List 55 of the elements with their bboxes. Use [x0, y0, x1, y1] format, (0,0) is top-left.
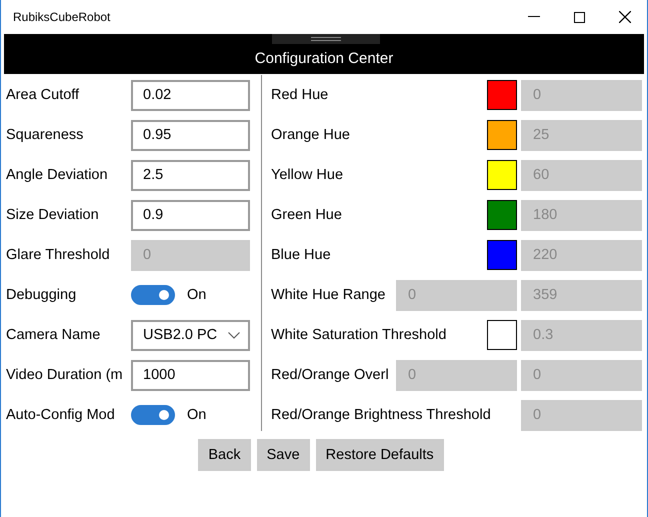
input-field[interactable]: 0 — [521, 400, 642, 430]
input-field[interactable]: 0 — [396, 360, 517, 390]
input-field[interactable]: 0.3 — [521, 320, 642, 350]
color-swatch[interactable] — [487, 200, 517, 230]
setting-label: Green Hue — [271, 207, 342, 223]
color-swatch[interactable] — [487, 320, 517, 350]
color-swatch[interactable] — [487, 120, 517, 150]
input-field[interactable]: 0.02 — [131, 80, 250, 110]
setting-label: Red Hue — [271, 87, 328, 103]
action-button[interactable]: Save — [256, 439, 310, 471]
setting-label: Video Duration (m — [6, 367, 124, 383]
action-button[interactable]: Restore Defaults — [316, 439, 444, 471]
close-icon[interactable] — [619, 11, 631, 23]
setting-label: Yellow Hue — [271, 167, 344, 183]
input-field[interactable]: 359 — [521, 280, 642, 310]
color-swatch[interactable] — [487, 240, 517, 270]
setting-label: White Hue Range — [271, 287, 386, 303]
action-button[interactable]: Back — [198, 439, 251, 471]
input-field[interactable]: 0 — [521, 360, 642, 390]
setting-label: Area Cutoff — [6, 87, 80, 103]
setting-label: Auto-Config Mod — [6, 407, 116, 423]
toggle-switch[interactable] — [131, 405, 175, 425]
minimize-icon[interactable] — [528, 16, 540, 18]
input-field[interactable]: 60 — [521, 160, 642, 190]
toggle-switch[interactable] — [131, 285, 175, 305]
chevron-icon — [228, 332, 240, 338]
camera-dropdown[interactable]: USB2.0 PC — [131, 320, 250, 350]
input-field[interactable]: 2.5 — [131, 160, 250, 190]
drag-handle[interactable] — [272, 34, 380, 44]
setting-label: Camera Name — [6, 327, 102, 343]
input-field[interactable]: 0.9 — [131, 200, 250, 230]
input-field[interactable]: 0 — [396, 280, 517, 310]
input-field[interactable]: 1000 — [131, 360, 250, 390]
color-swatch[interactable] — [487, 160, 517, 190]
header-title: Configuration Center — [254, 50, 394, 66]
setting-label: Size Deviation — [6, 207, 100, 223]
setting-label: Red/Orange Brightness Threshold — [271, 407, 491, 423]
toggle-state: On — [187, 287, 206, 303]
maximize-icon[interactable] — [574, 12, 585, 22]
setting-label: White Saturation Threshold — [271, 327, 446, 343]
setting-label: Debugging — [6, 287, 78, 303]
color-swatch[interactable] — [487, 80, 517, 110]
input-field[interactable]: 0.95 — [131, 120, 250, 150]
setting-label: Glare Threshold — [6, 247, 111, 263]
toggle-state: On — [187, 407, 206, 423]
window-title: RubiksCubeRobot — [13, 10, 110, 24]
setting-label: Angle Deviation — [6, 167, 109, 183]
setting-label: Orange Hue — [271, 127, 350, 143]
setting-label: Squareness — [6, 127, 84, 143]
input-field[interactable]: 25 — [521, 120, 642, 150]
input-field[interactable]: 0 — [521, 80, 642, 110]
input-field[interactable]: 180 — [521, 200, 642, 230]
setting-label: Red/Orange Overl — [271, 367, 389, 383]
setting-label: Blue Hue — [271, 247, 331, 263]
input-field[interactable]: 220 — [521, 240, 642, 270]
